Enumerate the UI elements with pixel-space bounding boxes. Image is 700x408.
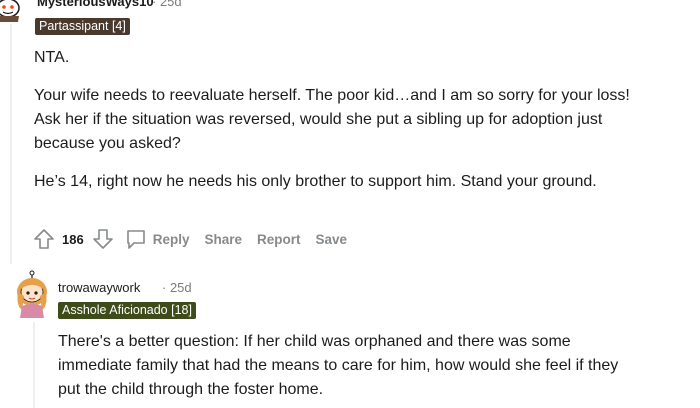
comment-body: NTA. Your wife needs to reevaluate herse… — [34, 46, 700, 194]
comment-username[interactable]: trowawaywork — [58, 280, 140, 295]
snoo-avatar-icon[interactable] — [0, 0, 22, 22]
comment-action-bar: 186 Reply Share Report Save — [32, 225, 362, 253]
user-flair: Asshole Aficionado [18] — [58, 302, 196, 319]
comment-paragraph: He’s 14, right now he needs his only bro… — [34, 173, 597, 190]
comment-line: immediate family that had the means to c… — [58, 357, 619, 374]
thread-line[interactable] — [33, 322, 35, 408]
upvote-arrow-icon[interactable] — [32, 225, 56, 253]
thread-line[interactable] — [10, 24, 12, 264]
reply-button[interactable]: Reply — [115, 228, 190, 250]
downvote-arrow-icon[interactable] — [91, 225, 115, 253]
comment-paragraph: Your wife needs to reevaluate herself. T… — [34, 84, 700, 156]
girl-avatar-icon[interactable] — [14, 270, 50, 318]
vote-count: 186 — [62, 231, 84, 247]
comment-body: There's a better question: If her child … — [58, 330, 700, 402]
save-button[interactable]: Save — [316, 232, 348, 247]
comment-line: Ask her if the situation was reversed, w… — [34, 111, 603, 128]
comment-line: put the child through the foster home. — [58, 381, 324, 398]
comment-line: Your wife needs to reevaluate herself. T… — [34, 87, 630, 104]
comment-thread: MysteriousWays10 · 25d Partassipant [4] … — [0, 0, 700, 408]
share-button[interactable]: Share — [204, 232, 242, 247]
comment-age-value: 25d — [159, 0, 182, 9]
reply-label: Reply — [152, 231, 190, 247]
comment-line: because you asked? — [34, 135, 181, 152]
comment-line: There's a better question: If her child … — [58, 333, 571, 350]
comment-username[interactable]: MysteriousWays10 — [37, 0, 154, 9]
comment-age: · 25d — [152, 0, 182, 9]
comment-age-value: 25d — [169, 280, 192, 295]
reply-bubble-icon — [125, 228, 147, 250]
comment-paragraph: NTA. — [34, 49, 70, 66]
user-flair: Partassipant [4] — [35, 18, 130, 35]
comment-age: · 25d — [162, 280, 192, 295]
report-button[interactable]: Report — [257, 232, 301, 247]
